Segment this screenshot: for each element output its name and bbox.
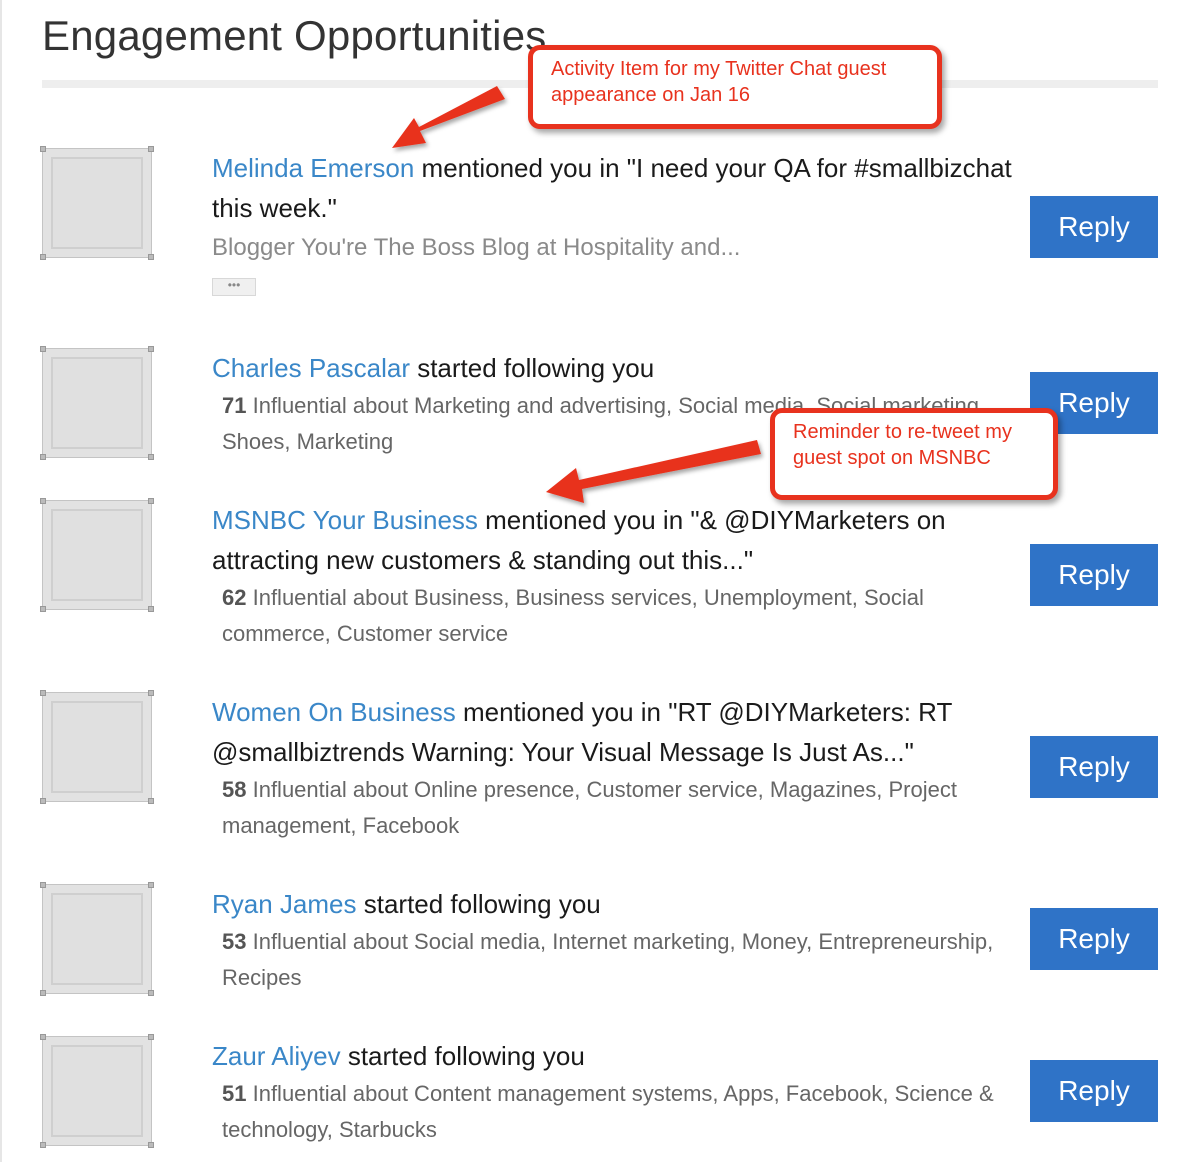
annotation-callout: Reminder to re-tweet my guest spot on MS… xyxy=(770,408,1058,500)
arrow-icon xyxy=(546,440,761,503)
annotation-arrows xyxy=(392,86,761,503)
annotation-callout: Activity Item for my Twitter Chat guest … xyxy=(528,45,942,129)
arrow-icon xyxy=(392,86,505,148)
